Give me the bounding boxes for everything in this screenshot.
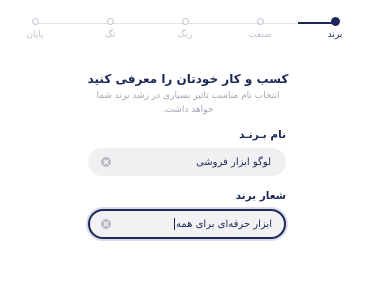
brand-setup-page: برند صنعت رنگ تگ پایان کسب و کار خودتان … xyxy=(0,0,376,287)
step-label: رنگ xyxy=(177,30,193,40)
brand-name-input[interactable]: لوگو ابزار فروشی xyxy=(196,149,271,175)
brand-name-label: نام بـرنـد xyxy=(239,129,286,141)
brand-name-field[interactable]: لوگو ابزار فروشی xyxy=(88,148,286,176)
step-dot-icon xyxy=(31,18,39,25)
step-dot-icon xyxy=(256,18,264,25)
close-icon xyxy=(103,221,109,227)
slogan-input[interactable]: ابزار حرفه‌ای برای همه xyxy=(174,211,272,237)
step-label: برند xyxy=(327,30,343,40)
clear-icon[interactable] xyxy=(101,219,111,229)
step-finish[interactable]: پایان xyxy=(15,18,55,41)
clear-icon[interactable] xyxy=(101,157,111,167)
progress-stepper: برند صنعت رنگ تگ پایان xyxy=(0,0,376,60)
step-industry[interactable]: صنعت xyxy=(240,18,280,41)
text-caret xyxy=(174,218,175,230)
step-label: پایان xyxy=(26,30,44,40)
step-color[interactable]: رنگ xyxy=(165,18,205,41)
step-dot-icon xyxy=(181,18,189,25)
step-label: تگ xyxy=(104,30,116,40)
step-label: صنعت xyxy=(248,30,272,40)
page-subtitle: انتخاب نام مناسب تاثیر بسیاری در رشد برن… xyxy=(96,91,280,115)
step-brand[interactable]: برند xyxy=(315,17,355,41)
step-tag[interactable]: تگ xyxy=(90,18,130,41)
step-dot-icon xyxy=(330,17,340,26)
page-title: کسب و کار خودتان را معرفی کنید xyxy=(87,72,289,86)
slogan-field[interactable]: ابزار حرفه‌ای برای همه xyxy=(88,209,286,239)
close-icon xyxy=(103,159,109,165)
brand-name-value: لوگو ابزار فروشی xyxy=(195,156,271,168)
slogan-value: ابزار حرفه‌ای برای همه xyxy=(176,218,272,230)
step-dot-icon xyxy=(106,18,114,25)
slogan-label: شعار برند xyxy=(235,190,286,202)
